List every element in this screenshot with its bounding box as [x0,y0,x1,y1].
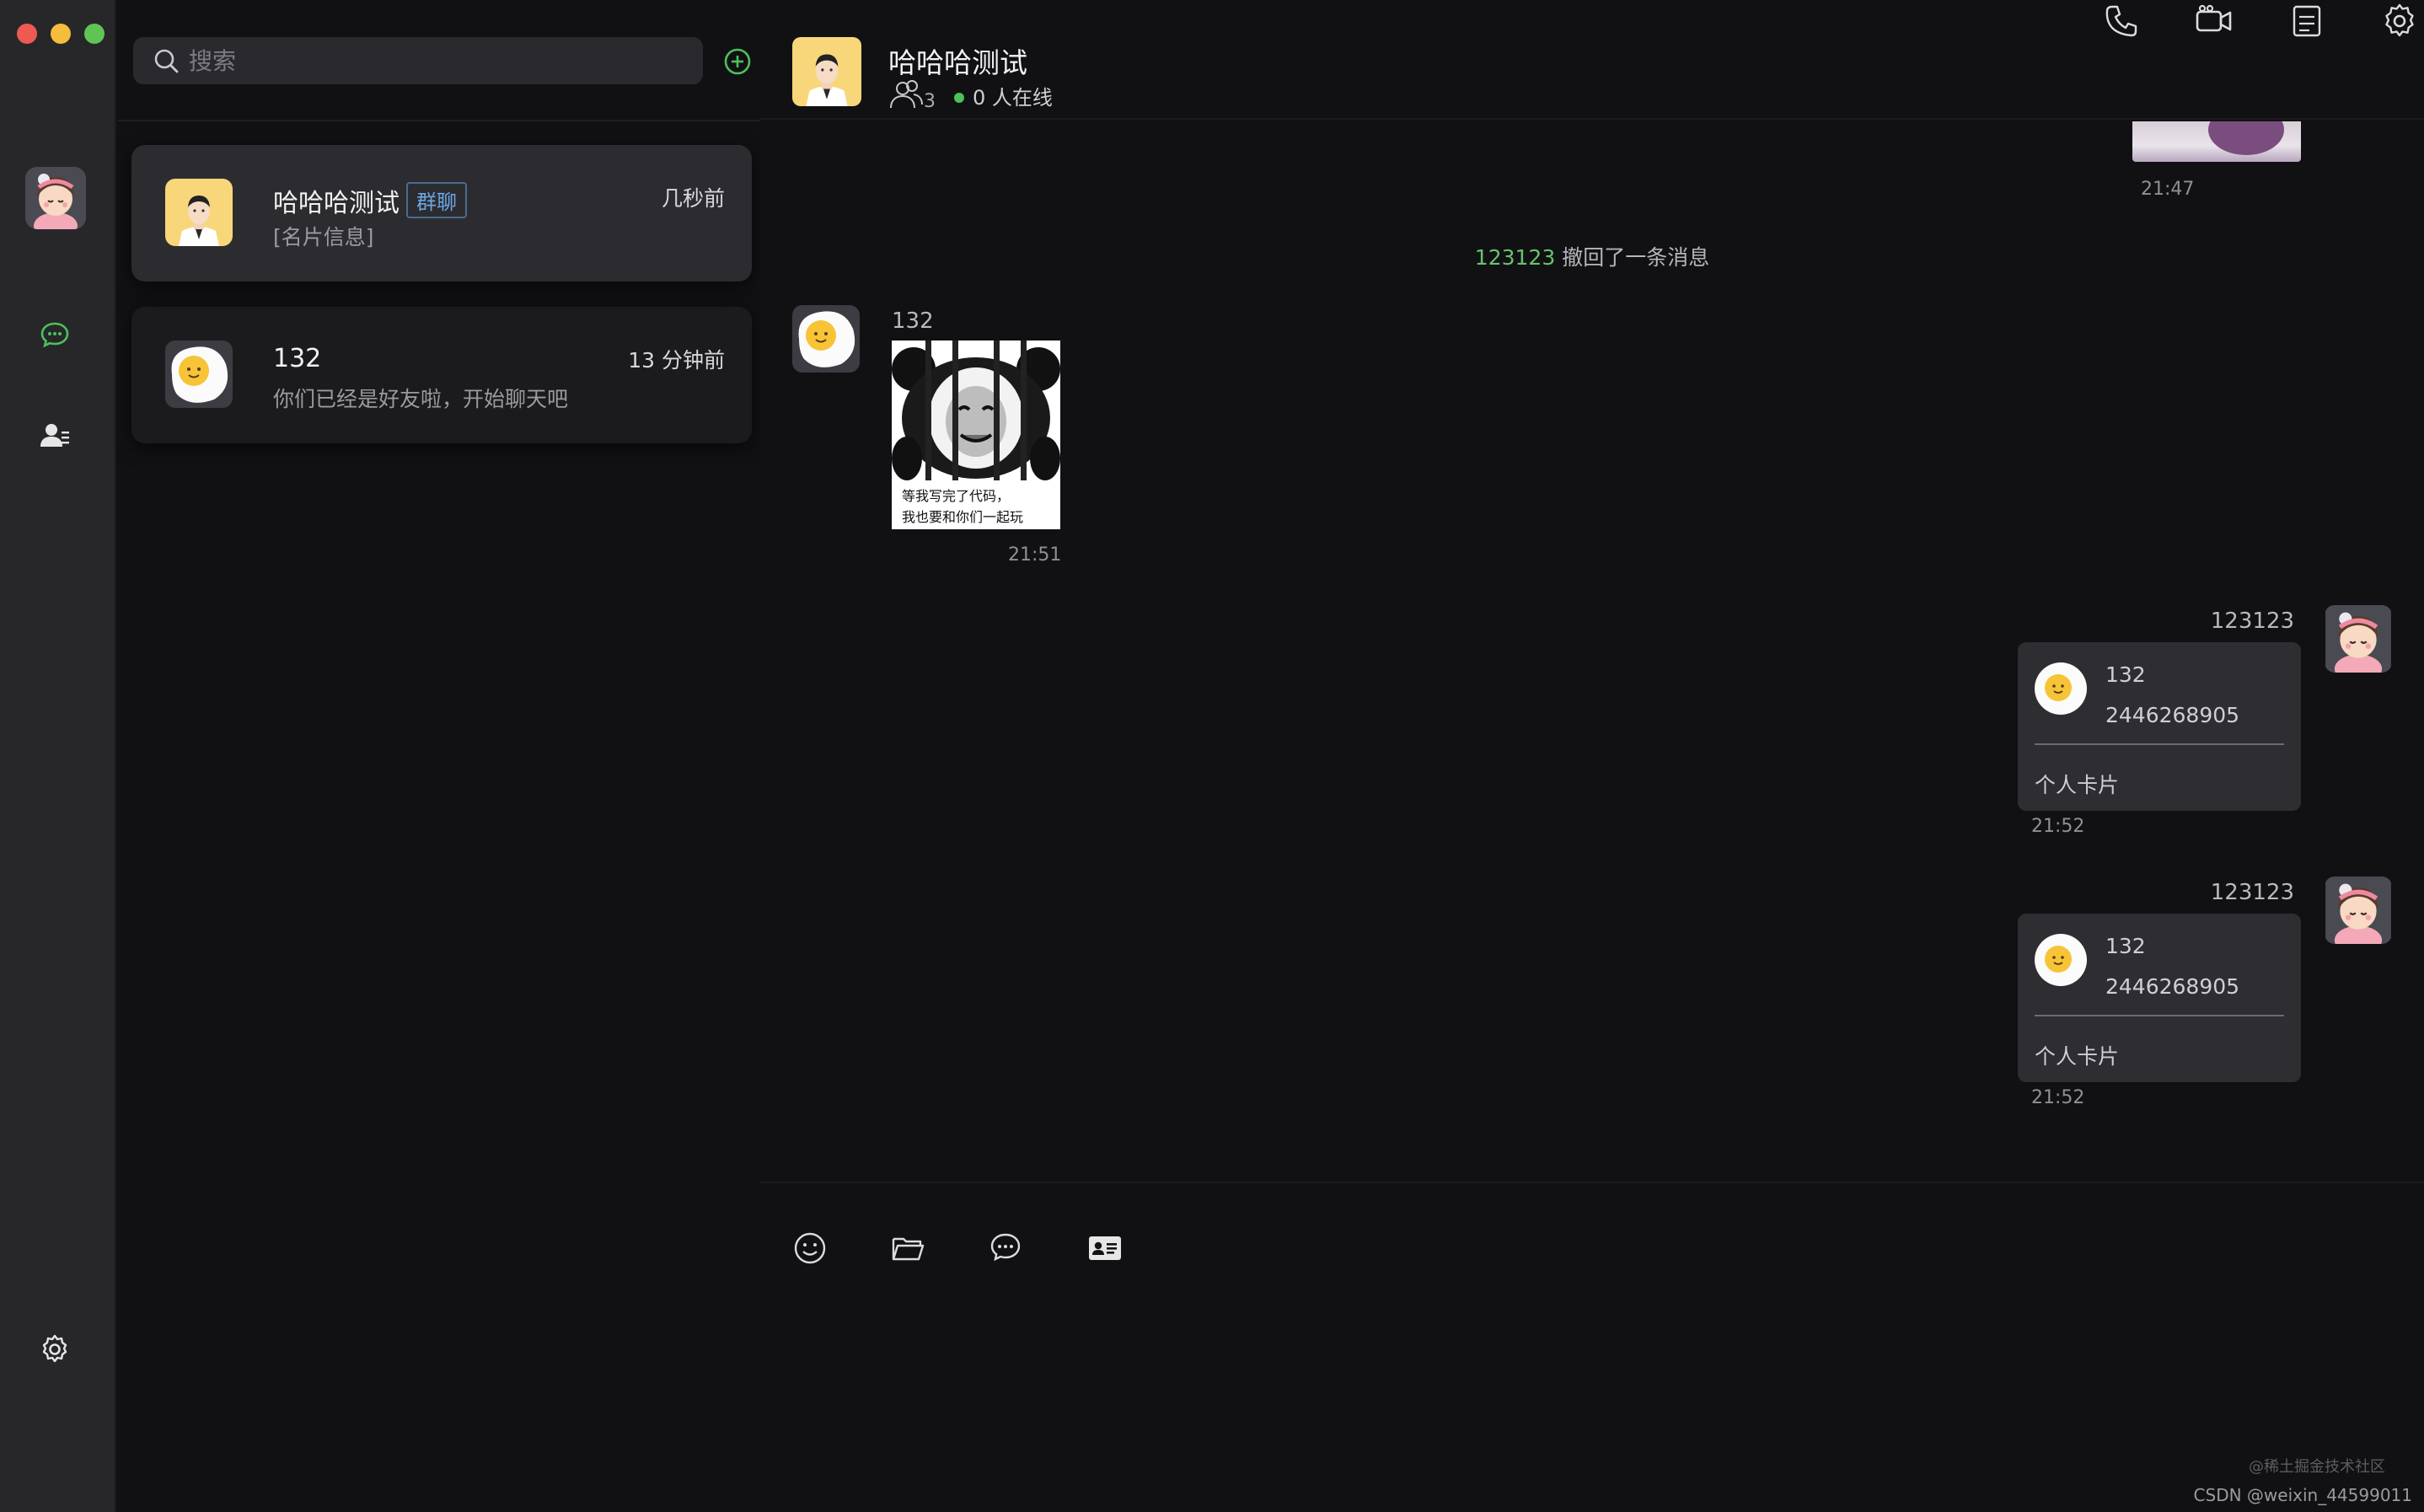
search-input[interactable] [189,46,661,75]
members-icon[interactable] [887,78,927,113]
nav-rail [0,0,116,1512]
nav-settings-button[interactable] [35,1330,74,1369]
file-button[interactable] [888,1229,927,1268]
conversation-preview: 你们已经是好友啦，开始聊天吧 [273,387,569,411]
online-status-dot [954,93,964,103]
card-divider [2035,743,2284,745]
contact-card-icon [1089,1236,1121,1260]
folder-icon [892,1237,925,1261]
watermark-juejin: @稀土掘金技术社区 [2249,1458,2385,1476]
user-avatar[interactable] [25,167,86,229]
search-box[interactable] [133,37,703,84]
card-avatar [2035,934,2087,986]
contacts-icon [40,424,69,447]
emoji-icon [794,1232,826,1264]
search-icon [154,49,179,73]
message-time: 21:51 [1008,544,1062,566]
chat-history-button[interactable] [986,1229,1025,1268]
conversation-time: 13 分钟前 [628,348,725,373]
window-maximize-button[interactable] [84,24,105,44]
notes-icon [2293,5,2321,37]
send-contact-card-button[interactable] [1086,1229,1124,1268]
voice-call-button[interactable] [2100,0,2142,42]
nav-contacts-button[interactable] [35,416,74,455]
recall-text: 撤回了一条消息 [1562,245,1710,270]
member-info: 3 0 人在线 [887,78,1053,113]
window-minimize-button[interactable] [51,24,71,44]
message-list[interactable]: 21:47 123123 撤回了一条消息 132 等我写完了代码， 我也要和你们… [760,121,2424,1183]
sender-name: 132 [892,308,934,334]
message-composer [760,1182,2424,1512]
my-avatar[interactable] [2325,877,2392,944]
card-name: 132 [2105,662,2146,687]
conversation-preview: [名片信息] [273,225,374,249]
group-tag-badge: 群聊 [406,182,467,218]
sender-name: 123123 [2210,609,2294,634]
sender-avatar[interactable] [792,305,860,373]
window-close-button[interactable] [17,24,37,44]
message-time: 21:52 [2031,816,2085,837]
emoji-button[interactable] [791,1229,829,1268]
sticker-caption: 等我写完了代码， 我也要和你们一起玩 [902,488,1024,525]
group-avatar [165,179,233,246]
notes-button[interactable] [2286,0,2328,42]
conversation-list-panel: 哈哈哈测试群聊 [名片信息] 几秒前 132 你们已经是好友啦，开始聊天吧 13… [118,0,760,1512]
member-count: 3 [924,90,936,112]
list-divider [118,120,760,121]
chat-history-icon [990,1233,1021,1262]
recall-user[interactable]: 123123 [1475,245,1555,270]
card-label: 个人卡片 [2035,773,2120,797]
conversation-item-friend[interactable]: 132 你们已经是好友啦，开始聊天吧 13 分钟前 [131,307,752,443]
phone-icon [2105,5,2137,37]
chat-panel: 哈哈哈测试 3 0 人在线 21:47 123123 撤回了一条消息 132 等… [760,0,2424,1512]
card-id: 2446268905 [2105,974,2240,999]
recall-notice: 123123 撤回了一条消息 [760,241,2424,271]
gear-icon [42,1334,67,1363]
watermark-csdn: CSDN @weixin_44599011 [2193,1485,2412,1505]
chat-header: 哈哈哈测试 3 0 人在线 [760,0,2424,120]
conversation-item-group[interactable]: 哈哈哈测试 群聊 [名片信息] 几秒前 [131,145,752,281]
chat-header-avatar[interactable] [792,37,861,106]
contact-card-message[interactable]: 132 2446268905 个人卡片 [2018,642,2301,811]
contact-card-message[interactable]: 132 2446268905 个人卡片 [2018,914,2301,1082]
nav-chat-button[interactable] [35,315,74,354]
card-divider [2035,1015,2284,1016]
gear-icon [2385,3,2414,37]
message-input[interactable] [791,1301,2392,1453]
online-count-text: 0 人在线 [973,85,1053,110]
conversation-name: 132 [273,344,322,373]
image-message[interactable] [2132,121,2301,162]
card-label: 个人卡片 [2035,1044,2120,1069]
chat-settings-button[interactable] [2378,0,2421,42]
video-call-button[interactable] [2193,0,2235,42]
conversation-name: 哈哈哈测试 群聊 [273,182,467,219]
conversation-time: 几秒前 [661,186,725,211]
friend-avatar [165,340,233,408]
message-time: 21:52 [2031,1087,2085,1108]
chat-title: 哈哈哈测试 [888,46,1027,79]
sender-name: 123123 [2210,880,2294,905]
video-call-icon [2196,4,2232,32]
add-icon[interactable] [721,46,753,78]
chat-bubble-icon [40,322,69,348]
message-time: 21:47 [2141,179,2195,200]
card-avatar [2035,662,2087,715]
sticker-message[interactable]: 等我写完了代码， 我也要和你们一起玩 [892,340,1060,529]
my-avatar[interactable] [2325,605,2392,673]
card-id: 2446268905 [2105,703,2240,727]
card-name: 132 [2105,934,2146,958]
